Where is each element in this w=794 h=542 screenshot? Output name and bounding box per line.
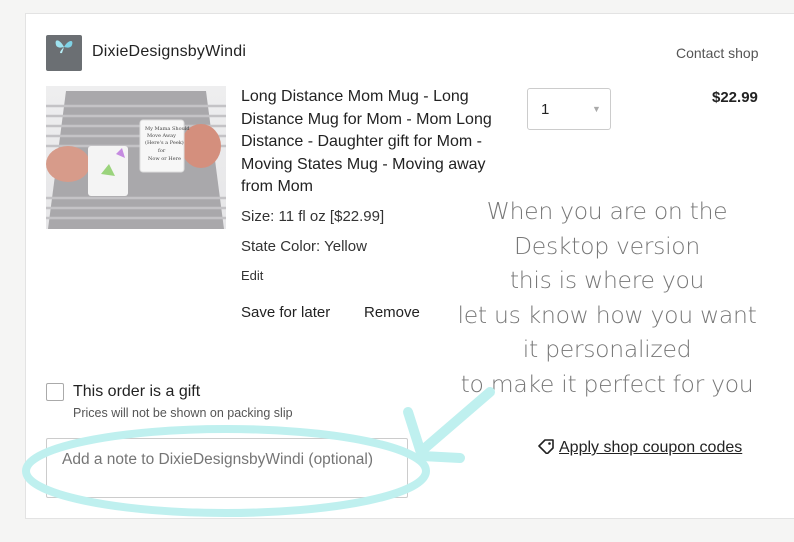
shop-name[interactable]: DixieDesignsbyWindi	[92, 43, 246, 61]
svg-text:for: for	[158, 148, 166, 154]
annotation-line: let us know how you want	[457, 300, 757, 329]
annotation-line: to make it perfect for you	[460, 369, 754, 398]
gift-note: Prices will not be shown on packing slip	[73, 406, 293, 420]
quantity-select[interactable]: 1 ▼	[527, 88, 611, 130]
svg-text:My Mama Should: My Mama Should	[145, 126, 190, 132]
apply-coupon-label: Apply shop coupon codes	[559, 439, 743, 456]
item-price: $22.99	[712, 89, 758, 106]
note-to-seller-field[interactable]	[46, 438, 408, 498]
annotation-line: When you are on the	[486, 197, 728, 225]
svg-text:Move Away: Move Away	[147, 133, 176, 139]
contact-shop-link[interactable]: Contact shop	[676, 45, 759, 61]
item-title[interactable]: Long Distance Mom Mug - Long Distance Mu…	[241, 86, 509, 199]
annotation-text: When you are on the Desktop version this…	[452, 194, 762, 401]
save-for-later-link[interactable]: Save for later	[241, 304, 330, 321]
svg-text:(Here's a Peek): (Here's a Peek)	[145, 139, 184, 146]
quantity-value: 1	[541, 101, 550, 118]
item-size: Size: 11 fl oz [$22.99]	[241, 208, 385, 225]
annotation-line: Desktop version	[514, 231, 700, 260]
remove-link[interactable]: Remove	[364, 304, 420, 321]
chevron-down-icon: ▼	[592, 104, 601, 114]
product-image[interactable]: My Mama Should Move Away (Here's a Peek)…	[46, 86, 226, 229]
tag-icon	[538, 439, 554, 455]
annotation-line: it personalized	[522, 335, 692, 363]
annotation-line: this is where you	[509, 266, 705, 294]
svg-text:Now or Here: Now or Here	[148, 156, 181, 162]
edit-link[interactable]: Edit	[241, 268, 263, 283]
gift-checkbox-label[interactable]: This order is a gift	[73, 383, 200, 401]
item-state-color: State Color: Yellow	[241, 238, 367, 255]
gift-checkbox[interactable]	[46, 383, 64, 401]
butterfly-icon	[55, 40, 73, 54]
shop-avatar[interactable]	[46, 35, 82, 71]
apply-coupon-link[interactable]: Apply shop coupon codes	[537, 438, 742, 457]
